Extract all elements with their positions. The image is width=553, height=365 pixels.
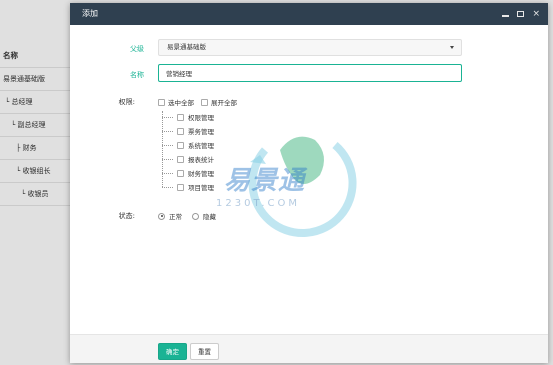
confirm-button[interactable]: 确定 [158, 343, 187, 360]
status-normal-label[interactable]: 正常 [169, 211, 182, 221]
status-normal-radio[interactable] [158, 212, 165, 220]
permission-checkbox[interactable] [177, 155, 184, 163]
status-hidden-radio[interactable] [192, 212, 199, 220]
permission-label: 票务管理 [188, 128, 214, 136]
dialog-titlebar: 添加 × [70, 3, 548, 25]
permission-checkbox[interactable] [177, 169, 184, 177]
permission-checkbox[interactable] [177, 127, 184, 135]
permissions-toolbar: 选中全部 展开全部 [158, 97, 241, 107]
dialog-title: 添加 [82, 9, 98, 18]
name-label: 名称 [130, 71, 144, 79]
tree-item[interactable]: 权限管理 [162, 111, 214, 123]
tree-item[interactable]: 报表统计 [162, 153, 214, 165]
permission-label: 系统管理 [188, 142, 214, 150]
caret-down-icon [450, 46, 454, 49]
tree-item[interactable]: 项目管理 [162, 181, 214, 193]
tree-branch [162, 130, 173, 132]
expand-all-label[interactable]: 展开全部 [211, 97, 237, 107]
window-controls: × [502, 3, 540, 25]
status-radio-group: 正常 隐藏 [158, 211, 216, 221]
tree-item[interactable]: 财务管理 [162, 167, 214, 179]
dialog-footer: 确定 重置 [70, 334, 548, 363]
permission-label: 财务管理 [188, 170, 214, 178]
tree-item[interactable]: 票务管理 [162, 125, 214, 137]
permission-label: 报表统计 [188, 156, 214, 164]
dialog-body: 父级 易景通基础版 名称 权限: 选中全部 展开全部 权限管理 [70, 25, 548, 334]
tree-branch [162, 172, 173, 174]
tree-branch [162, 186, 173, 188]
parent-label: 父级 [130, 45, 144, 53]
add-dialog: 添加 × 父级 易景通基础版 名称 权限: 选中全部 展开全部 [70, 3, 548, 363]
parent-select-value: 易景通基础版 [167, 43, 206, 51]
permission-checkbox[interactable] [177, 183, 184, 191]
status-label: 状态: [118, 212, 135, 220]
maximize-icon[interactable] [517, 11, 525, 17]
name-input[interactable] [158, 64, 462, 82]
status-hidden-label[interactable]: 隐藏 [203, 211, 216, 221]
permission-checkbox[interactable] [177, 113, 184, 121]
select-all-label[interactable]: 选中全部 [168, 97, 194, 107]
permission-label: 权限管理 [188, 114, 214, 122]
permission-checkbox[interactable] [177, 141, 184, 149]
tree-branch [162, 116, 173, 118]
tree-item[interactable]: 系统管理 [162, 139, 214, 151]
permissions-label: 权限: [118, 98, 135, 106]
select-all-checkbox[interactable] [158, 98, 165, 106]
parent-select[interactable]: 易景通基础版 [158, 39, 462, 56]
tree-branch [162, 144, 173, 146]
close-icon[interactable]: × [532, 9, 540, 19]
permission-label: 项目管理 [188, 184, 214, 192]
reset-button[interactable]: 重置 [190, 343, 219, 360]
minimize-icon[interactable] [502, 15, 510, 17]
tree-branch [162, 158, 173, 160]
expand-all-checkbox[interactable] [201, 98, 208, 106]
